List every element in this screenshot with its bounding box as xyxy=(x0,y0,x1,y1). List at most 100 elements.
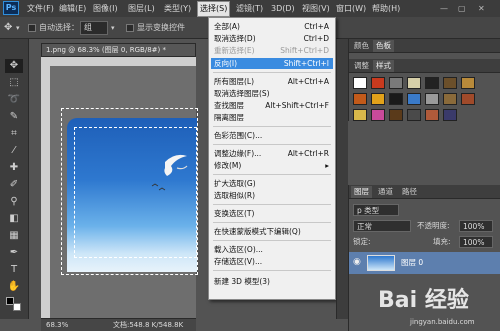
layer-row[interactable]: ◉ 图层 0 xyxy=(349,252,500,274)
blend-mode-select[interactable]: 正常 xyxy=(353,220,411,232)
menu-filter[interactable]: 滤镜(T) xyxy=(236,0,263,17)
auto-select-label: 自动选择： xyxy=(39,23,79,32)
style-swatch[interactable] xyxy=(371,109,385,121)
menu-separator xyxy=(213,270,331,271)
style-swatch[interactable] xyxy=(407,109,421,121)
menu-find-layers[interactable]: 查找图层 Alt+Shift+Ctrl+F xyxy=(211,100,333,111)
menu-separator xyxy=(213,144,331,145)
fill-input[interactable]: 100% xyxy=(459,236,493,248)
toolbox: ✥ ⬚ ➰ ✎ ⌗ ⁄ ✚ ✐ ⚲ ◧ ▦ ✒ T ✋ xyxy=(0,39,29,319)
style-swatch[interactable] xyxy=(389,109,403,121)
menu-load-selection[interactable]: 载入选区(O)... xyxy=(211,244,333,255)
hand-tool-icon[interactable]: ✋ xyxy=(5,280,23,294)
lasso-tool-icon[interactable]: ➰ xyxy=(5,93,23,107)
tab-channels[interactable]: 通道 xyxy=(375,186,396,198)
chevron-down-icon[interactable]: ▾ xyxy=(111,21,115,35)
brush-tool-icon[interactable]: ✐ xyxy=(5,178,23,192)
menu-save-selection[interactable]: 存储选区(V)... xyxy=(211,256,333,267)
style-swatch[interactable] xyxy=(371,77,385,89)
close-icon[interactable]: ✕ xyxy=(478,0,485,17)
menu-window[interactable]: 窗口(W) xyxy=(336,0,366,17)
healing-brush-icon[interactable]: ✚ xyxy=(5,161,23,175)
gradient-tool-icon[interactable]: ▦ xyxy=(5,229,23,243)
tab-layers[interactable]: 图层 xyxy=(351,186,372,198)
menu-separator xyxy=(213,222,331,223)
menu-3d[interactable]: 3D(D) xyxy=(271,0,295,17)
layer-name[interactable]: 图层 0 xyxy=(401,257,423,268)
tab-color[interactable]: 颜色 xyxy=(351,40,372,52)
background-color-swatch[interactable] xyxy=(13,303,21,311)
style-swatch[interactable] xyxy=(443,93,457,105)
menu-deselect[interactable]: 取消选择(D) Ctrl+D xyxy=(211,33,333,44)
menu-layer[interactable]: 图层(L) xyxy=(128,0,155,17)
menu-separator xyxy=(213,240,331,241)
style-swatch[interactable] xyxy=(407,77,421,89)
stamp-tool-icon[interactable]: ⚲ xyxy=(5,195,23,209)
menu-isolate-layers[interactable]: 隔离图层 xyxy=(211,112,333,123)
style-swatch[interactable] xyxy=(353,109,367,121)
menu-grow[interactable]: 扩大选取(G) xyxy=(211,178,333,189)
tab-styles[interactable]: 样式 xyxy=(373,60,394,72)
pen-tool-icon[interactable]: ✒ xyxy=(5,246,23,260)
chevron-down-icon[interactable]: ▾ xyxy=(16,21,20,35)
menu-separator xyxy=(213,204,331,205)
menu-type[interactable]: 类型(Y) xyxy=(164,0,191,17)
style-swatch[interactable] xyxy=(389,93,403,105)
menu-refine-edge[interactable]: 调整边缘(F)... Alt+Ctrl+R xyxy=(211,148,333,159)
style-swatch[interactable] xyxy=(425,77,439,89)
menu-deselect-layers[interactable]: 取消选择图层(S) xyxy=(211,88,333,99)
menu-image[interactable]: 图像(I) xyxy=(93,0,118,17)
style-swatch[interactable] xyxy=(461,77,475,89)
style-swatch[interactable] xyxy=(443,109,457,121)
text-tool-icon[interactable]: T xyxy=(5,263,23,277)
maximize-icon[interactable]: ▢ xyxy=(458,0,466,17)
opacity-input[interactable]: 100% xyxy=(459,220,493,232)
swatches-panel-tabs: 颜色 色板 xyxy=(349,39,500,53)
crop-tool-icon[interactable]: ⌗ xyxy=(5,127,23,141)
marquee-tool-icon[interactable]: ⬚ xyxy=(5,76,23,90)
menu-select[interactable]: 选择(S) xyxy=(197,1,231,17)
auto-select-dropdown[interactable]: 组 xyxy=(80,21,108,35)
menu-similar[interactable]: 选取相似(R) xyxy=(211,190,333,201)
style-swatch[interactable] xyxy=(407,93,421,105)
style-swatch[interactable] xyxy=(353,93,367,105)
menu-all-layers[interactable]: 所有图层(L) Alt+Ctrl+A xyxy=(211,76,333,87)
document-tab[interactable]: 1.png @ 68.3% (图层 0, RGB/8#) * xyxy=(41,43,196,57)
menu-edit[interactable]: 编辑(E) xyxy=(59,0,86,17)
eraser-tool-icon[interactable]: ◧ xyxy=(5,212,23,226)
minimize-icon[interactable]: — xyxy=(440,0,448,17)
zoom-level[interactable]: 68.3% xyxy=(46,319,68,331)
lock-label: 锁定: xyxy=(353,237,371,246)
auto-select-checkbox[interactable] xyxy=(28,24,36,32)
tab-adjustments[interactable]: 调整 xyxy=(351,60,372,72)
style-swatch[interactable] xyxy=(461,93,475,105)
menu-quick-mask[interactable]: 在快速蒙版模式下编辑(Q) xyxy=(211,226,333,237)
move-tool-icon[interactable]: ✥ xyxy=(4,21,12,35)
menu-inverse[interactable]: 反向(I) Shift+Ctrl+I xyxy=(211,58,333,69)
tab-swatches[interactable]: 色板 xyxy=(373,40,394,52)
eye-icon[interactable]: ◉ xyxy=(353,257,361,267)
menu-bar: Ps 文件(F) 编辑(E) 图像(I) 图层(L) 类型(Y) 选择(S) 滤… xyxy=(0,0,500,17)
menu-transform-selection[interactable]: 变换选区(T) xyxy=(211,208,333,219)
style-swatch[interactable] xyxy=(443,77,457,89)
layer-kind-filter[interactable]: p 类型 xyxy=(353,204,399,216)
style-swatch[interactable] xyxy=(389,77,403,89)
move-tool-icon[interactable]: ✥ xyxy=(5,59,23,73)
menu-file[interactable]: 文件(F) xyxy=(27,0,54,17)
menu-view[interactable]: 视图(V) xyxy=(302,0,330,17)
quick-select-icon[interactable]: ✎ xyxy=(5,110,23,124)
eyedropper-icon[interactable]: ⁄ xyxy=(5,144,23,158)
menu-select-all[interactable]: 全部(A) Ctrl+A xyxy=(211,21,333,32)
style-swatch[interactable] xyxy=(425,93,439,105)
style-swatch[interactable] xyxy=(425,109,439,121)
menu-color-range[interactable]: 色彩范围(C)... xyxy=(211,130,333,141)
style-swatch[interactable] xyxy=(353,77,367,89)
menu-reselect: 重新选择(E) Shift+Ctrl+D xyxy=(214,46,329,55)
menu-modify[interactable]: 修改(M) ▸ xyxy=(211,160,333,171)
menu-help[interactable]: 帮助(H) xyxy=(372,0,400,17)
document-size-info[interactable]: 文档:548.8 K/548.8K xyxy=(113,319,183,331)
style-swatch[interactable] xyxy=(371,93,385,105)
tab-paths[interactable]: 路径 xyxy=(399,186,420,198)
menu-new-3d-extrusion[interactable]: 新建 3D 模型(3) xyxy=(211,276,333,287)
show-transform-checkbox[interactable] xyxy=(126,24,134,32)
